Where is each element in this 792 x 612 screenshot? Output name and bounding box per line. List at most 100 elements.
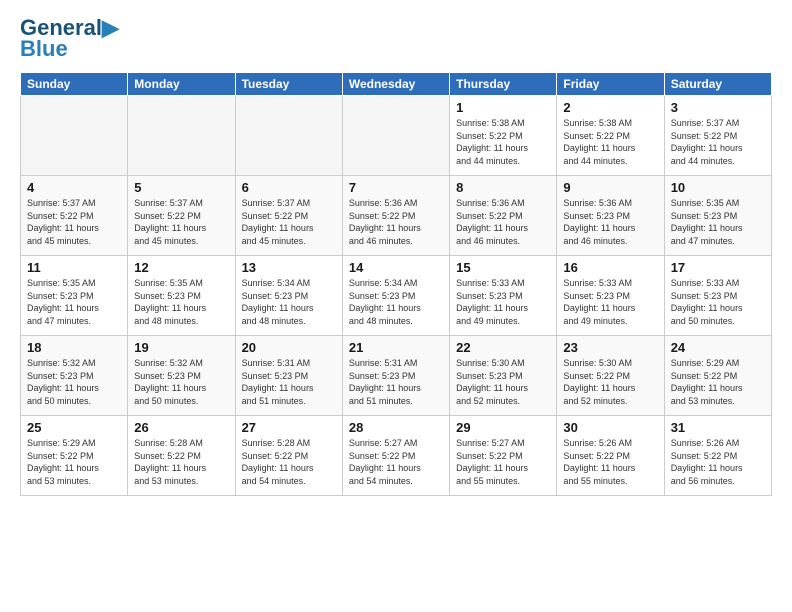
day-header-friday: Friday xyxy=(557,73,664,96)
day-number: 9 xyxy=(563,180,657,195)
calendar-cell: 12Sunrise: 5:35 AM Sunset: 5:23 PM Dayli… xyxy=(128,256,235,336)
day-header-thursday: Thursday xyxy=(450,73,557,96)
calendar-week-1: 1 Sunrise: 5:38 AM Sunset: 5:22 PM Daylig… xyxy=(21,96,772,176)
day-number: 17 xyxy=(671,260,765,275)
calendar-week-5: 25 Sunrise: 5:29 AM Sunset: 5:22 PM Dayli… xyxy=(21,416,772,496)
day-number: 18 xyxy=(27,340,121,355)
day-info: Sunrise: 5:31 AM Sunset: 5:23 PM Dayligh… xyxy=(349,357,443,407)
day-number: 16 xyxy=(563,260,657,275)
calendar-cell: 2 Sunrise: 5:38 AM Sunset: 5:22 PM Daylig… xyxy=(557,96,664,176)
day-number: 19 xyxy=(134,340,228,355)
day-info: Sunrise: 5:28 AM Sunset: 5:22 PM Dayligh… xyxy=(134,437,228,487)
day-number: 26 xyxy=(134,420,228,435)
calendar-cell: 14 Sunrise: 5:34 AM Sunset: 5:23 PM Dayli… xyxy=(342,256,449,336)
day-info: Sunrise: 5:27 AM Sunset: 5:22 PM Dayligh… xyxy=(349,437,443,487)
day-info: Sunrise: 5:29 AM Sunset: 5:22 PM Dayligh… xyxy=(671,357,765,407)
calendar-cell: 7 Sunrise: 5:36 AM Sunset: 5:22 PM Daylig… xyxy=(342,176,449,256)
day-info: Sunrise: 5:29 AM Sunset: 5:22 PM Dayligh… xyxy=(27,437,121,487)
day-info: Sunrise: 5:26 AM Sunset: 5:22 PM Dayligh… xyxy=(563,437,657,487)
day-info: Sunrise: 5:36 AM Sunset: 5:23 PM Dayligh… xyxy=(563,197,657,247)
calendar-cell: 11Sunrise: 5:35 AM Sunset: 5:23 PM Dayli… xyxy=(21,256,128,336)
day-info: Sunrise: 5:37 AM Sunset: 5:22 PM Dayligh… xyxy=(671,117,765,167)
calendar-cell: 8 Sunrise: 5:36 AM Sunset: 5:22 PM Daylig… xyxy=(450,176,557,256)
day-number: 10 xyxy=(671,180,765,195)
calendar-cell: 26 Sunrise: 5:28 AM Sunset: 5:22 PM Dayli… xyxy=(128,416,235,496)
day-header-monday: Monday xyxy=(128,73,235,96)
calendar-cell: 27 Sunrise: 5:28 AM Sunset: 5:22 PM Dayli… xyxy=(235,416,342,496)
calendar-cell: 21 Sunrise: 5:31 AM Sunset: 5:23 PM Dayli… xyxy=(342,336,449,416)
day-number: 22 xyxy=(456,340,550,355)
day-number: 8 xyxy=(456,180,550,195)
calendar-cell: 19 Sunrise: 5:32 AM Sunset: 5:23 PM Dayli… xyxy=(128,336,235,416)
day-info: Sunrise: 5:36 AM Sunset: 5:22 PM Dayligh… xyxy=(349,197,443,247)
calendar-cell: 5 Sunrise: 5:37 AM Sunset: 5:22 PM Daylig… xyxy=(128,176,235,256)
day-number: 21 xyxy=(349,340,443,355)
calendar-cell: 20Sunrise: 5:31 AM Sunset: 5:23 PM Dayli… xyxy=(235,336,342,416)
calendar-cell: 29 Sunrise: 5:27 AM Sunset: 5:22 PM Dayli… xyxy=(450,416,557,496)
calendar-cell: 3 Sunrise: 5:37 AM Sunset: 5:22 PM Daylig… xyxy=(664,96,771,176)
calendar-cell: 17Sunrise: 5:33 AM Sunset: 5:23 PM Dayli… xyxy=(664,256,771,336)
day-number: 5 xyxy=(134,180,228,195)
calendar-cell: 9 Sunrise: 5:36 AM Sunset: 5:23 PM Daylig… xyxy=(557,176,664,256)
page: General▶ Blue SundayMondayTuesdayWednesd… xyxy=(0,0,792,506)
day-info: Sunrise: 5:35 AM Sunset: 5:23 PM Dayligh… xyxy=(134,277,228,327)
calendar-cell: 18 Sunrise: 5:32 AM Sunset: 5:23 PM Dayli… xyxy=(21,336,128,416)
day-info: Sunrise: 5:28 AM Sunset: 5:22 PM Dayligh… xyxy=(242,437,336,487)
day-number: 30 xyxy=(563,420,657,435)
calendar-cell: 22Sunrise: 5:30 AM Sunset: 5:23 PM Dayli… xyxy=(450,336,557,416)
day-info: Sunrise: 5:34 AM Sunset: 5:23 PM Dayligh… xyxy=(349,277,443,327)
calendar-cell: 24Sunrise: 5:29 AM Sunset: 5:22 PM Dayli… xyxy=(664,336,771,416)
day-info: Sunrise: 5:35 AM Sunset: 5:23 PM Dayligh… xyxy=(671,197,765,247)
day-number: 23 xyxy=(563,340,657,355)
day-number: 29 xyxy=(456,420,550,435)
day-number: 13 xyxy=(242,260,336,275)
calendar-cell: 16Sunrise: 5:33 AM Sunset: 5:23 PM Dayli… xyxy=(557,256,664,336)
calendar-cell: 23 Sunrise: 5:30 AM Sunset: 5:22 PM Dayli… xyxy=(557,336,664,416)
calendar-cell xyxy=(128,96,235,176)
day-info: Sunrise: 5:31 AM Sunset: 5:23 PM Dayligh… xyxy=(242,357,336,407)
day-number: 14 xyxy=(349,260,443,275)
day-info: Sunrise: 5:38 AM Sunset: 5:22 PM Dayligh… xyxy=(563,117,657,167)
calendar-cell xyxy=(21,96,128,176)
day-number: 1 xyxy=(456,100,550,115)
day-info: Sunrise: 5:32 AM Sunset: 5:23 PM Dayligh… xyxy=(134,357,228,407)
calendar-cell xyxy=(342,96,449,176)
calendar-week-3: 11Sunrise: 5:35 AM Sunset: 5:23 PM Dayli… xyxy=(21,256,772,336)
calendar-cell: 25 Sunrise: 5:29 AM Sunset: 5:22 PM Dayli… xyxy=(21,416,128,496)
day-number: 3 xyxy=(671,100,765,115)
day-number: 7 xyxy=(349,180,443,195)
calendar-cell: 28 Sunrise: 5:27 AM Sunset: 5:22 PM Dayli… xyxy=(342,416,449,496)
day-info: Sunrise: 5:37 AM Sunset: 5:22 PM Dayligh… xyxy=(134,197,228,247)
day-header-sunday: Sunday xyxy=(21,73,128,96)
calendar-week-2: 4 Sunrise: 5:37 AM Sunset: 5:22 PM Daylig… xyxy=(21,176,772,256)
day-info: Sunrise: 5:35 AM Sunset: 5:23 PM Dayligh… xyxy=(27,277,121,327)
day-number: 4 xyxy=(27,180,121,195)
day-info: Sunrise: 5:26 AM Sunset: 5:22 PM Dayligh… xyxy=(671,437,765,487)
day-info: Sunrise: 5:37 AM Sunset: 5:22 PM Dayligh… xyxy=(27,197,121,247)
day-number: 28 xyxy=(349,420,443,435)
calendar-cell: 31Sunrise: 5:26 AM Sunset: 5:22 PM Dayli… xyxy=(664,416,771,496)
day-info: Sunrise: 5:32 AM Sunset: 5:23 PM Dayligh… xyxy=(27,357,121,407)
day-header-tuesday: Tuesday xyxy=(235,73,342,96)
calendar-header-row: SundayMondayTuesdayWednesdayThursdayFrid… xyxy=(21,73,772,96)
day-info: Sunrise: 5:30 AM Sunset: 5:22 PM Dayligh… xyxy=(563,357,657,407)
calendar-cell: 6Sunrise: 5:37 AM Sunset: 5:22 PM Daylig… xyxy=(235,176,342,256)
day-number: 15 xyxy=(456,260,550,275)
day-number: 27 xyxy=(242,420,336,435)
day-number: 6 xyxy=(242,180,336,195)
day-info: Sunrise: 5:36 AM Sunset: 5:22 PM Dayligh… xyxy=(456,197,550,247)
calendar-cell: 15Sunrise: 5:33 AM Sunset: 5:23 PM Dayli… xyxy=(450,256,557,336)
day-number: 25 xyxy=(27,420,121,435)
day-info: Sunrise: 5:27 AM Sunset: 5:22 PM Dayligh… xyxy=(456,437,550,487)
header: General▶ Blue xyxy=(20,16,772,62)
calendar-week-4: 18 Sunrise: 5:32 AM Sunset: 5:23 PM Dayli… xyxy=(21,336,772,416)
calendar-cell: 4 Sunrise: 5:37 AM Sunset: 5:22 PM Daylig… xyxy=(21,176,128,256)
calendar-cell: 1Sunrise: 5:38 AM Sunset: 5:22 PM Daylig… xyxy=(450,96,557,176)
logo: General▶ Blue xyxy=(20,16,119,62)
calendar-table: SundayMondayTuesdayWednesdayThursdayFrid… xyxy=(20,72,772,496)
day-number: 2 xyxy=(563,100,657,115)
day-header-saturday: Saturday xyxy=(664,73,771,96)
calendar-cell: 30 Sunrise: 5:26 AM Sunset: 5:22 PM Dayli… xyxy=(557,416,664,496)
day-header-wednesday: Wednesday xyxy=(342,73,449,96)
calendar-cell: 10 Sunrise: 5:35 AM Sunset: 5:23 PM Dayli… xyxy=(664,176,771,256)
